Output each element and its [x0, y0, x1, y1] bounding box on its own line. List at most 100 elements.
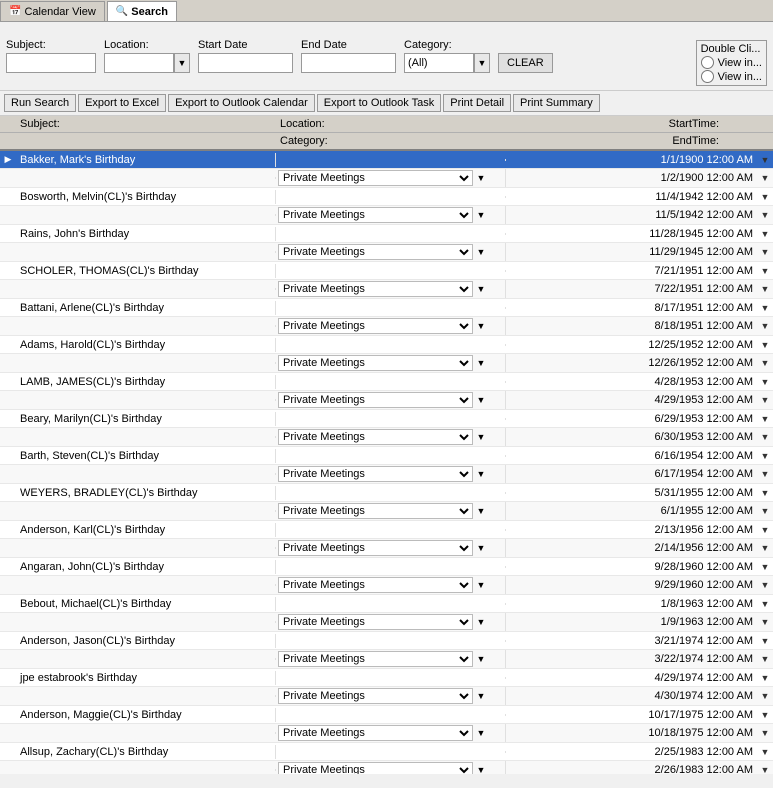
category-select[interactable]: Private Meetings	[278, 688, 473, 704]
table-row[interactable]: Allsup, Zachary(CL)'s Birthday2/25/1983 …	[0, 743, 773, 761]
table-row[interactable]: Angaran, John(CL)'s Birthday9/28/1960 12…	[0, 558, 773, 576]
row-expand-arrow[interactable]: ▼	[757, 358, 773, 368]
table-row[interactable]: Private Meetings▼2/26/1983 12:00 AM▼	[0, 761, 773, 774]
print-summary-button[interactable]: Print Summary	[513, 94, 600, 112]
category-select[interactable]: Private Meetings	[278, 762, 473, 774]
table-row[interactable]: Anderson, Maggie(CL)'s Birthday10/17/197…	[0, 706, 773, 724]
category-arrow[interactable]: ▼	[473, 321, 489, 331]
row-expand-arrow[interactable]: ▼	[757, 543, 773, 553]
table-row[interactable]: LAMB, JAMES(CL)'s Birthday4/28/1953 12:0…	[0, 373, 773, 391]
row-expand-arrow[interactable]: ▼	[757, 266, 773, 276]
table-row[interactable]: Private Meetings▼12/26/1952 12:00 AM▼	[0, 354, 773, 373]
row-expand-arrow[interactable]: ▼	[757, 765, 773, 774]
category-select[interactable]: Private Meetings	[278, 725, 473, 741]
table-row[interactable]: Adams, Harold(CL)'s Birthday12/25/1952 1…	[0, 336, 773, 354]
table-row[interactable]: Private Meetings▼4/30/1974 12:00 AM▼	[0, 687, 773, 706]
row-expand-arrow[interactable]: ▼	[757, 432, 773, 442]
row-expand-arrow[interactable]: ▼	[757, 414, 773, 424]
table-row[interactable]: Barth, Steven(CL)'s Birthday6/16/1954 12…	[0, 447, 773, 465]
category-select[interactable]: Private Meetings	[278, 466, 473, 482]
category-arrow[interactable]: ▼	[473, 617, 489, 627]
row-expand-arrow[interactable]: ▼	[757, 636, 773, 646]
category-arrow[interactable]: ▼	[473, 432, 489, 442]
radio-view-1[interactable]	[701, 56, 714, 69]
radio-view-2[interactable]	[701, 70, 714, 83]
row-expand-arrow[interactable]: ▼	[757, 710, 773, 720]
row-expand-arrow[interactable]: ▼	[757, 562, 773, 572]
category-arrow[interactable]: ▼	[473, 580, 489, 590]
end-date-input[interactable]	[301, 53, 396, 73]
category-arrow[interactable]: ▼	[473, 506, 489, 516]
category-select[interactable]: Private Meetings	[278, 540, 473, 556]
table-row[interactable]: Private Meetings▼11/5/1942 12:00 AM▼	[0, 206, 773, 225]
category-arrow[interactable]: ▼	[473, 543, 489, 553]
table-row[interactable]: Battani, Arlene(CL)'s Birthday8/17/1951 …	[0, 299, 773, 317]
row-expand-arrow[interactable]: ▼	[757, 377, 773, 387]
print-detail-button[interactable]: Print Detail	[443, 94, 511, 112]
category-arrow[interactable]: ▼	[473, 210, 489, 220]
category-input[interactable]	[404, 53, 474, 73]
category-arrow[interactable]: ▼	[473, 469, 489, 479]
run-search-button[interactable]: Run Search	[4, 94, 76, 112]
table-row[interactable]: Private Meetings▼6/17/1954 12:00 AM▼	[0, 465, 773, 484]
table-row[interactable]: Private Meetings▼1/2/1900 12:00 AM▼	[0, 169, 773, 188]
row-expand-arrow[interactable]: ▼	[757, 617, 773, 627]
row-expand-arrow[interactable]: ▼	[757, 691, 773, 701]
table-row[interactable]: Private Meetings▼3/22/1974 12:00 AM▼	[0, 650, 773, 669]
category-arrow[interactable]: ▼	[473, 691, 489, 701]
table-row[interactable]: ▶Bakker, Mark's Birthday1/1/1900 12:00 A…	[0, 151, 773, 169]
row-expand-arrow[interactable]: ▼	[757, 451, 773, 461]
row-expand-arrow[interactable]: ▼	[757, 284, 773, 294]
category-dropdown-btn[interactable]: ▼	[474, 53, 490, 73]
category-select[interactable]: Private Meetings	[278, 318, 473, 334]
tab-calendar-view[interactable]: 📅 Calendar View	[0, 1, 105, 21]
row-expand-arrow[interactable]: ▼	[757, 155, 773, 165]
table-row[interactable]: Private Meetings▼10/18/1975 12:00 AM▼	[0, 724, 773, 743]
row-expand-arrow[interactable]: ▼	[757, 247, 773, 257]
category-select[interactable]: Private Meetings	[278, 614, 473, 630]
table-row[interactable]: Rains, John's Birthday11/28/1945 12:00 A…	[0, 225, 773, 243]
row-expand-arrow[interactable]: ▼	[757, 728, 773, 738]
table-row[interactable]: Anderson, Karl(CL)'s Birthday2/13/1956 1…	[0, 521, 773, 539]
row-expand-arrow[interactable]: ▼	[757, 469, 773, 479]
category-arrow[interactable]: ▼	[473, 395, 489, 405]
row-expand-arrow[interactable]: ▼	[757, 488, 773, 498]
table-row[interactable]: Private Meetings▼1/9/1963 12:00 AM▼	[0, 613, 773, 632]
category-select[interactable]: Private Meetings	[278, 281, 473, 297]
row-expand-arrow[interactable]: ▼	[757, 210, 773, 220]
clear-button[interactable]: CLEAR	[498, 53, 553, 73]
row-expand-arrow[interactable]: ▼	[757, 654, 773, 664]
row-expand-arrow[interactable]: ▼	[757, 525, 773, 535]
category-arrow[interactable]: ▼	[473, 765, 489, 774]
category-arrow[interactable]: ▼	[473, 358, 489, 368]
category-select[interactable]: Private Meetings	[278, 244, 473, 260]
category-arrow[interactable]: ▼	[473, 284, 489, 294]
table-row[interactable]: Bosworth, Melvin(CL)'s Birthday11/4/1942…	[0, 188, 773, 206]
table-row[interactable]: SCHOLER, THOMAS(CL)'s Birthday7/21/1951 …	[0, 262, 773, 280]
row-expand-arrow[interactable]: ▼	[757, 173, 773, 183]
location-input[interactable]	[104, 53, 174, 73]
row-expand-arrow[interactable]: ▼	[757, 321, 773, 331]
row-expand-arrow[interactable]: ▼	[757, 192, 773, 202]
subject-input[interactable]	[6, 53, 96, 73]
row-expand-arrow[interactable]: ▼	[757, 506, 773, 516]
table-row[interactable]: Anderson, Jason(CL)'s Birthday3/21/1974 …	[0, 632, 773, 650]
tab-search[interactable]: 🔍 Search	[107, 1, 177, 21]
category-arrow[interactable]: ▼	[473, 654, 489, 664]
table-row[interactable]: Private Meetings▼2/14/1956 12:00 AM▼	[0, 539, 773, 558]
category-select[interactable]: Private Meetings	[278, 429, 473, 445]
table-row[interactable]: Beary, Marilyn(CL)'s Birthday6/29/1953 1…	[0, 410, 773, 428]
category-select[interactable]: Private Meetings	[278, 392, 473, 408]
category-select[interactable]: Private Meetings	[278, 577, 473, 593]
location-dropdown-btn[interactable]: ▼	[174, 53, 190, 73]
category-select[interactable]: Private Meetings	[278, 170, 473, 186]
export-outlook-calendar-button[interactable]: Export to Outlook Calendar	[168, 94, 315, 112]
category-select[interactable]: Private Meetings	[278, 355, 473, 371]
row-expand-arrow[interactable]: ▼	[757, 395, 773, 405]
category-select[interactable]: Private Meetings	[278, 651, 473, 667]
category-arrow[interactable]: ▼	[473, 247, 489, 257]
row-expand-arrow[interactable]: ▼	[757, 580, 773, 590]
row-expand-arrow[interactable]: ▼	[757, 599, 773, 609]
row-expand-arrow[interactable]: ▼	[757, 673, 773, 683]
table-row[interactable]: WEYERS, BRADLEY(CL)'s Birthday5/31/1955 …	[0, 484, 773, 502]
